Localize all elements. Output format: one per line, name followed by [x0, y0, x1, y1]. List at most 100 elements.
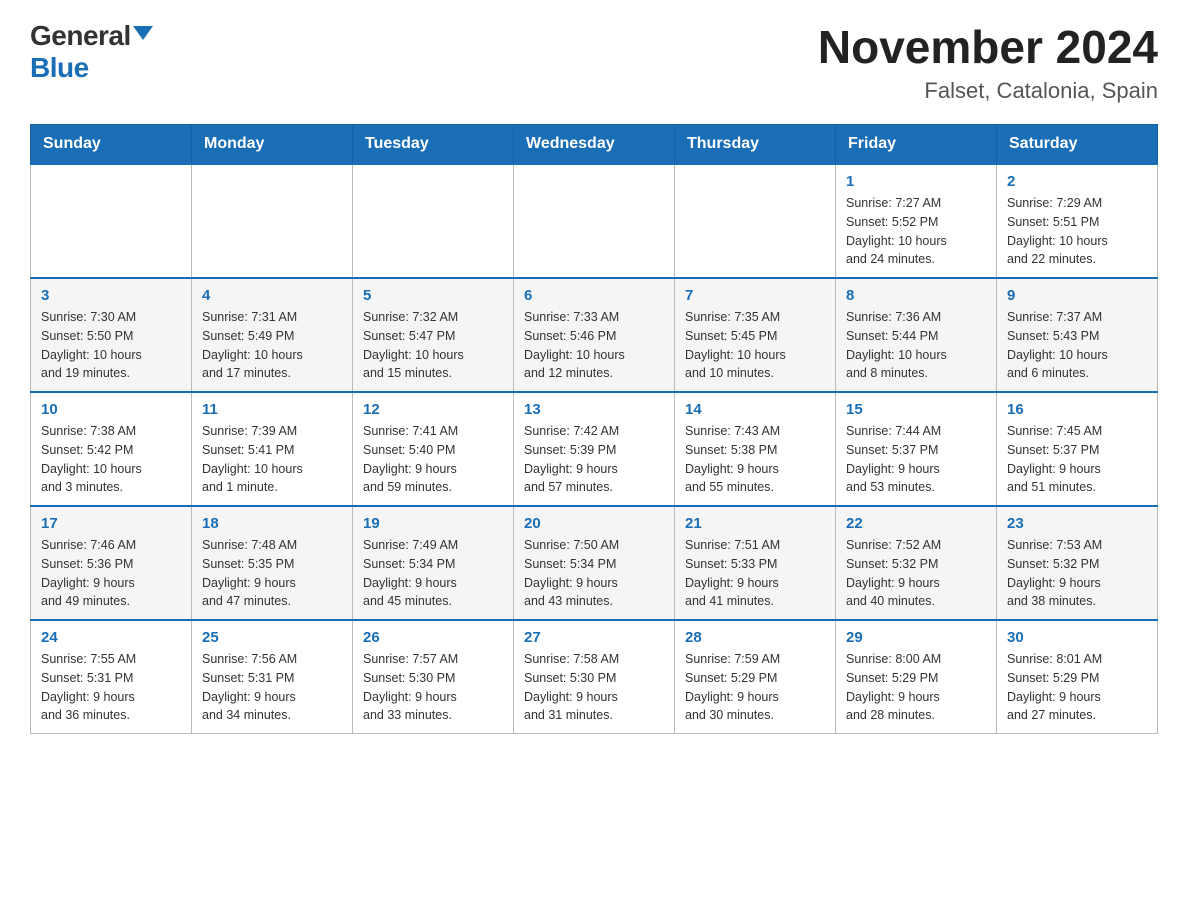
calendar-cell: 21 Sunrise: 7:51 AM Sunset: 5:33 PM Dayli… [675, 506, 836, 620]
calendar-cell: 5 Sunrise: 7:32 AM Sunset: 5:47 PM Daylig… [353, 278, 514, 392]
calendar-cell: 10 Sunrise: 7:38 AM Sunset: 5:42 PM Dayli… [31, 392, 192, 506]
calendar-cell: 14 Sunrise: 7:43 AM Sunset: 5:38 PM Dayli… [675, 392, 836, 506]
logo-general: General [30, 20, 131, 52]
calendar-cell: 25 Sunrise: 7:56 AM Sunset: 5:31 PM Dayli… [192, 620, 353, 734]
calendar-cell: 29 Sunrise: 8:00 AM Sunset: 5:29 PM Dayli… [836, 620, 997, 734]
calendar-cell: 27 Sunrise: 7:58 AM Sunset: 5:30 PM Dayli… [514, 620, 675, 734]
day-info: Sunrise: 7:56 AM Sunset: 5:31 PM Dayligh… [202, 650, 342, 725]
calendar-cell: 8Sunrise: 7:36 AM Sunset: 5:44 PM Daylig… [836, 278, 997, 392]
calendar-cell [31, 164, 192, 278]
day-number: 11 [202, 401, 342, 418]
column-header-tuesday: Tuesday [353, 125, 514, 165]
title-section: November 2024 Falset, Catalonia, Spain [818, 20, 1158, 104]
calendar-cell: 9Sunrise: 7:37 AM Sunset: 5:43 PM Daylig… [997, 278, 1158, 392]
day-number: 19 [363, 515, 503, 532]
column-header-wednesday: Wednesday [514, 125, 675, 165]
day-number: 17 [41, 515, 181, 532]
day-info: Sunrise: 7:57 AM Sunset: 5:30 PM Dayligh… [363, 650, 503, 725]
day-number: 5 [363, 287, 503, 304]
day-info: Sunrise: 7:38 AM Sunset: 5:42 PM Dayligh… [41, 422, 181, 497]
week-row-2: 3Sunrise: 7:30 AM Sunset: 5:50 PM Daylig… [31, 278, 1158, 392]
calendar-cell: 13 Sunrise: 7:42 AM Sunset: 5:39 PM Dayli… [514, 392, 675, 506]
day-number: 27 [524, 629, 664, 646]
calendar-cell: 15 Sunrise: 7:44 AM Sunset: 5:37 PM Dayli… [836, 392, 997, 506]
day-info: Sunrise: 7:50 AM Sunset: 5:34 PM Dayligh… [524, 536, 664, 611]
day-info: Sunrise: 7:46 AM Sunset: 5:36 PM Dayligh… [41, 536, 181, 611]
calendar-cell: 28 Sunrise: 7:59 AM Sunset: 5:29 PM Dayli… [675, 620, 836, 734]
day-info: Sunrise: 7:49 AM Sunset: 5:34 PM Dayligh… [363, 536, 503, 611]
week-row-1: 1 Sunrise: 7:27 AM Sunset: 5:52 PM Daylig… [31, 164, 1158, 278]
logo: General Blue [30, 20, 153, 84]
day-number: 18 [202, 515, 342, 532]
day-number: 28 [685, 629, 825, 646]
day-info: Sunrise: 7:52 AM Sunset: 5:32 PM Dayligh… [846, 536, 986, 611]
day-info: Sunrise: 7:32 AM Sunset: 5:47 PM Dayligh… [363, 308, 503, 383]
calendar-cell: 1 Sunrise: 7:27 AM Sunset: 5:52 PM Daylig… [836, 164, 997, 278]
day-info: Sunrise: 7:33 AM Sunset: 5:46 PM Dayligh… [524, 308, 664, 383]
calendar-cell: 24 Sunrise: 7:55 AM Sunset: 5:31 PM Dayli… [31, 620, 192, 734]
calendar-cell: 30Sunrise: 8:01 AM Sunset: 5:29 PM Dayli… [997, 620, 1158, 734]
calendar-cell: 19 Sunrise: 7:49 AM Sunset: 5:34 PM Dayli… [353, 506, 514, 620]
calendar-cell: 16 Sunrise: 7:45 AM Sunset: 5:37 PM Dayli… [997, 392, 1158, 506]
page-header: General Blue November 2024 Falset, Catal… [30, 20, 1158, 104]
day-info: Sunrise: 7:37 AM Sunset: 5:43 PM Dayligh… [1007, 308, 1147, 383]
day-info: Sunrise: 7:31 AM Sunset: 5:49 PM Dayligh… [202, 308, 342, 383]
calendar-cell: 6Sunrise: 7:33 AM Sunset: 5:46 PM Daylig… [514, 278, 675, 392]
day-info: Sunrise: 7:43 AM Sunset: 5:38 PM Dayligh… [685, 422, 825, 497]
day-info: Sunrise: 7:35 AM Sunset: 5:45 PM Dayligh… [685, 308, 825, 383]
day-info: Sunrise: 7:51 AM Sunset: 5:33 PM Dayligh… [685, 536, 825, 611]
column-header-sunday: Sunday [31, 125, 192, 165]
day-number: 23 [1007, 515, 1147, 532]
column-header-monday: Monday [192, 125, 353, 165]
day-number: 29 [846, 629, 986, 646]
logo-blue: Blue [30, 52, 89, 83]
day-info: Sunrise: 7:44 AM Sunset: 5:37 PM Dayligh… [846, 422, 986, 497]
day-number: 25 [202, 629, 342, 646]
week-row-4: 17 Sunrise: 7:46 AM Sunset: 5:36 PM Dayli… [31, 506, 1158, 620]
day-number: 20 [524, 515, 664, 532]
column-header-thursday: Thursday [675, 125, 836, 165]
day-number: 22 [846, 515, 986, 532]
day-number: 8 [846, 287, 986, 304]
day-number: 13 [524, 401, 664, 418]
calendar-cell: 22 Sunrise: 7:52 AM Sunset: 5:32 PM Dayli… [836, 506, 997, 620]
day-number: 10 [41, 401, 181, 418]
calendar-cell: 26 Sunrise: 7:57 AM Sunset: 5:30 PM Dayli… [353, 620, 514, 734]
day-number: 30 [1007, 629, 1147, 646]
calendar-cell: 18 Sunrise: 7:48 AM Sunset: 5:35 PM Dayli… [192, 506, 353, 620]
day-number: 4 [202, 287, 342, 304]
day-info: Sunrise: 7:29 AM Sunset: 5:51 PM Dayligh… [1007, 194, 1147, 269]
calendar-cell [514, 164, 675, 278]
day-number: 26 [363, 629, 503, 646]
day-number: 24 [41, 629, 181, 646]
day-info: Sunrise: 7:59 AM Sunset: 5:29 PM Dayligh… [685, 650, 825, 725]
day-number: 1 [846, 173, 986, 190]
day-info: Sunrise: 7:58 AM Sunset: 5:30 PM Dayligh… [524, 650, 664, 725]
week-row-3: 10 Sunrise: 7:38 AM Sunset: 5:42 PM Dayli… [31, 392, 1158, 506]
calendar-cell: 2 Sunrise: 7:29 AM Sunset: 5:51 PM Daylig… [997, 164, 1158, 278]
logo-triangle-icon [133, 26, 153, 40]
column-header-saturday: Saturday [997, 125, 1158, 165]
calendar-cell [353, 164, 514, 278]
day-info: Sunrise: 8:00 AM Sunset: 5:29 PM Dayligh… [846, 650, 986, 725]
day-number: 14 [685, 401, 825, 418]
day-info: Sunrise: 7:27 AM Sunset: 5:52 PM Dayligh… [846, 194, 986, 269]
day-info: Sunrise: 7:42 AM Sunset: 5:39 PM Dayligh… [524, 422, 664, 497]
day-number: 12 [363, 401, 503, 418]
day-info: Sunrise: 7:48 AM Sunset: 5:35 PM Dayligh… [202, 536, 342, 611]
day-number: 15 [846, 401, 986, 418]
calendar-cell [192, 164, 353, 278]
day-number: 16 [1007, 401, 1147, 418]
week-row-5: 24 Sunrise: 7:55 AM Sunset: 5:31 PM Dayli… [31, 620, 1158, 734]
calendar-cell: 12 Sunrise: 7:41 AM Sunset: 5:40 PM Dayli… [353, 392, 514, 506]
day-info: Sunrise: 7:41 AM Sunset: 5:40 PM Dayligh… [363, 422, 503, 497]
calendar-cell [675, 164, 836, 278]
calendar-table: SundayMondayTuesdayWednesdayThursdayFrid… [30, 124, 1158, 734]
day-info: Sunrise: 7:55 AM Sunset: 5:31 PM Dayligh… [41, 650, 181, 725]
day-number: 2 [1007, 173, 1147, 190]
day-number: 21 [685, 515, 825, 532]
month-title: November 2024 [818, 20, 1158, 74]
calendar-header-row: SundayMondayTuesdayWednesdayThursdayFrid… [31, 125, 1158, 165]
day-info: Sunrise: 7:45 AM Sunset: 5:37 PM Dayligh… [1007, 422, 1147, 497]
day-number: 7 [685, 287, 825, 304]
